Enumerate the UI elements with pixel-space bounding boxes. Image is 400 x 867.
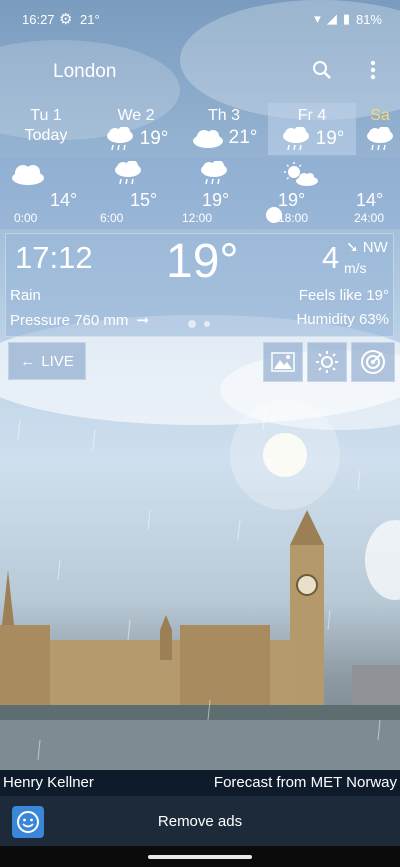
hour-temp: 19° (202, 190, 230, 210)
wind-arrow-icon: ➘ (346, 239, 359, 256)
day-name: We 2 (117, 107, 155, 124)
pressure: Pressure 760 mm ➞ (10, 311, 149, 329)
weather-effects-button[interactable] (307, 342, 347, 382)
more-menu-icon[interactable] (361, 60, 385, 84)
day-tab-th3[interactable]: Th 3 21° (180, 103, 268, 155)
day-sub: Today (24, 127, 68, 144)
page-dot (204, 321, 210, 327)
status-temp: 21° (80, 12, 100, 27)
credits-bar: Henry Kellner Forecast from MET Norway (0, 770, 400, 796)
rain-cloud-icon (106, 127, 133, 151)
hourly-forecast-strip[interactable]: 14° 0:00 15° 6:00 19° 12:00 19° 18:00 14… (0, 157, 400, 229)
wind-direction-label: NW (362, 239, 388, 256)
timeline-current-marker[interactable] (266, 207, 282, 223)
page-dot-active (188, 320, 196, 328)
pressure-label: Pressure 760 mm (10, 312, 129, 329)
current-conditions-panel[interactable]: 17:12 19° 4 ➘ NW m/s Rain Feels like 19°… (5, 233, 394, 337)
day-name: Fr 4 (297, 107, 327, 124)
radar-button[interactable] (351, 342, 395, 382)
remove-ads-label[interactable]: Remove ads (0, 813, 400, 830)
day-temp: 19° (315, 128, 345, 149)
status-icons: ▾ ◢ ▮ 81% (314, 11, 382, 27)
humidity: Humidity 63% (296, 311, 389, 328)
cloud-icon (192, 130, 223, 148)
wifi-icon: ▾ (314, 11, 321, 26)
city-title[interactable]: London (53, 61, 116, 83)
day-tab-tu1[interactable]: Tu 1 Today (0, 103, 92, 155)
day-tab-sa[interactable]: Sa (360, 103, 400, 155)
live-label: LIVE (41, 352, 74, 370)
current-time: 17:12 (15, 240, 93, 275)
sun-cloud-icon (284, 162, 318, 186)
wind-speed: 4 (322, 240, 340, 275)
search-icon[interactable] (310, 60, 334, 84)
day-name: Tu 1 (30, 107, 62, 124)
day-name: Sa (370, 107, 390, 124)
status-time: 16:27 (22, 12, 55, 27)
hour-time: 0:00 (14, 211, 38, 225)
hour-temp: 14° (50, 190, 78, 210)
photo-author[interactable]: Henry Kellner (3, 774, 94, 791)
day-tab-we2[interactable]: We 2 19° (92, 103, 180, 155)
hour-time: 18:00 (278, 211, 309, 225)
rain-cloud-icon (201, 161, 227, 185)
wind-direction: ➘ NW (346, 238, 388, 256)
feels-like: Feels like 19° (298, 287, 389, 304)
landscape-icon (271, 352, 295, 372)
condition-text: Rain (10, 287, 41, 304)
day-name: Th 3 (207, 107, 240, 124)
radar-icon (361, 350, 385, 374)
battery-level: 81% (355, 11, 382, 27)
pressure-arrow-icon: ➞ (136, 312, 150, 329)
hour-time: 12:00 (182, 211, 213, 225)
hour-temp: 19° (278, 190, 306, 210)
current-temp: 19° (166, 235, 239, 288)
day-temp: 19° (139, 128, 169, 149)
arrow-left-icon: ← (20, 352, 36, 370)
status-bar: 16:27 ⚙ 21° ▾ ◢ ▮ 81% (0, 0, 400, 40)
signal-icon: ◢ (326, 11, 337, 26)
page-indicator (188, 320, 210, 328)
gear-icon: ⚙ (59, 11, 73, 28)
day-forecast-strip: Tu 1 Today We 2 19° Th 3 21° Fr 4 19° Sa (0, 103, 400, 155)
hour-time: 24:00 (354, 211, 385, 225)
battery-icon: ▮ (342, 11, 350, 26)
hour-temp: 14° (356, 190, 384, 210)
rain-cloud-icon (367, 127, 393, 151)
forecast-source[interactable]: Forecast from MET Norway (214, 774, 397, 791)
rain-cloud-icon (115, 161, 141, 185)
hour-time: 6:00 (100, 211, 124, 225)
sun-effects-icon (316, 351, 338, 373)
home-gesture-handle[interactable] (148, 855, 252, 859)
live-button[interactable]: ← LIVE (8, 342, 86, 380)
cloud-icon (12, 165, 44, 185)
wind-unit: m/s (344, 260, 367, 276)
day-temp: 21° (228, 127, 258, 148)
day-tab-fr4[interactable]: Fr 4 19° (268, 103, 356, 155)
hour-temp: 15° (130, 190, 158, 210)
background-picture-button[interactable] (263, 342, 303, 382)
rain-cloud-icon (282, 127, 309, 151)
